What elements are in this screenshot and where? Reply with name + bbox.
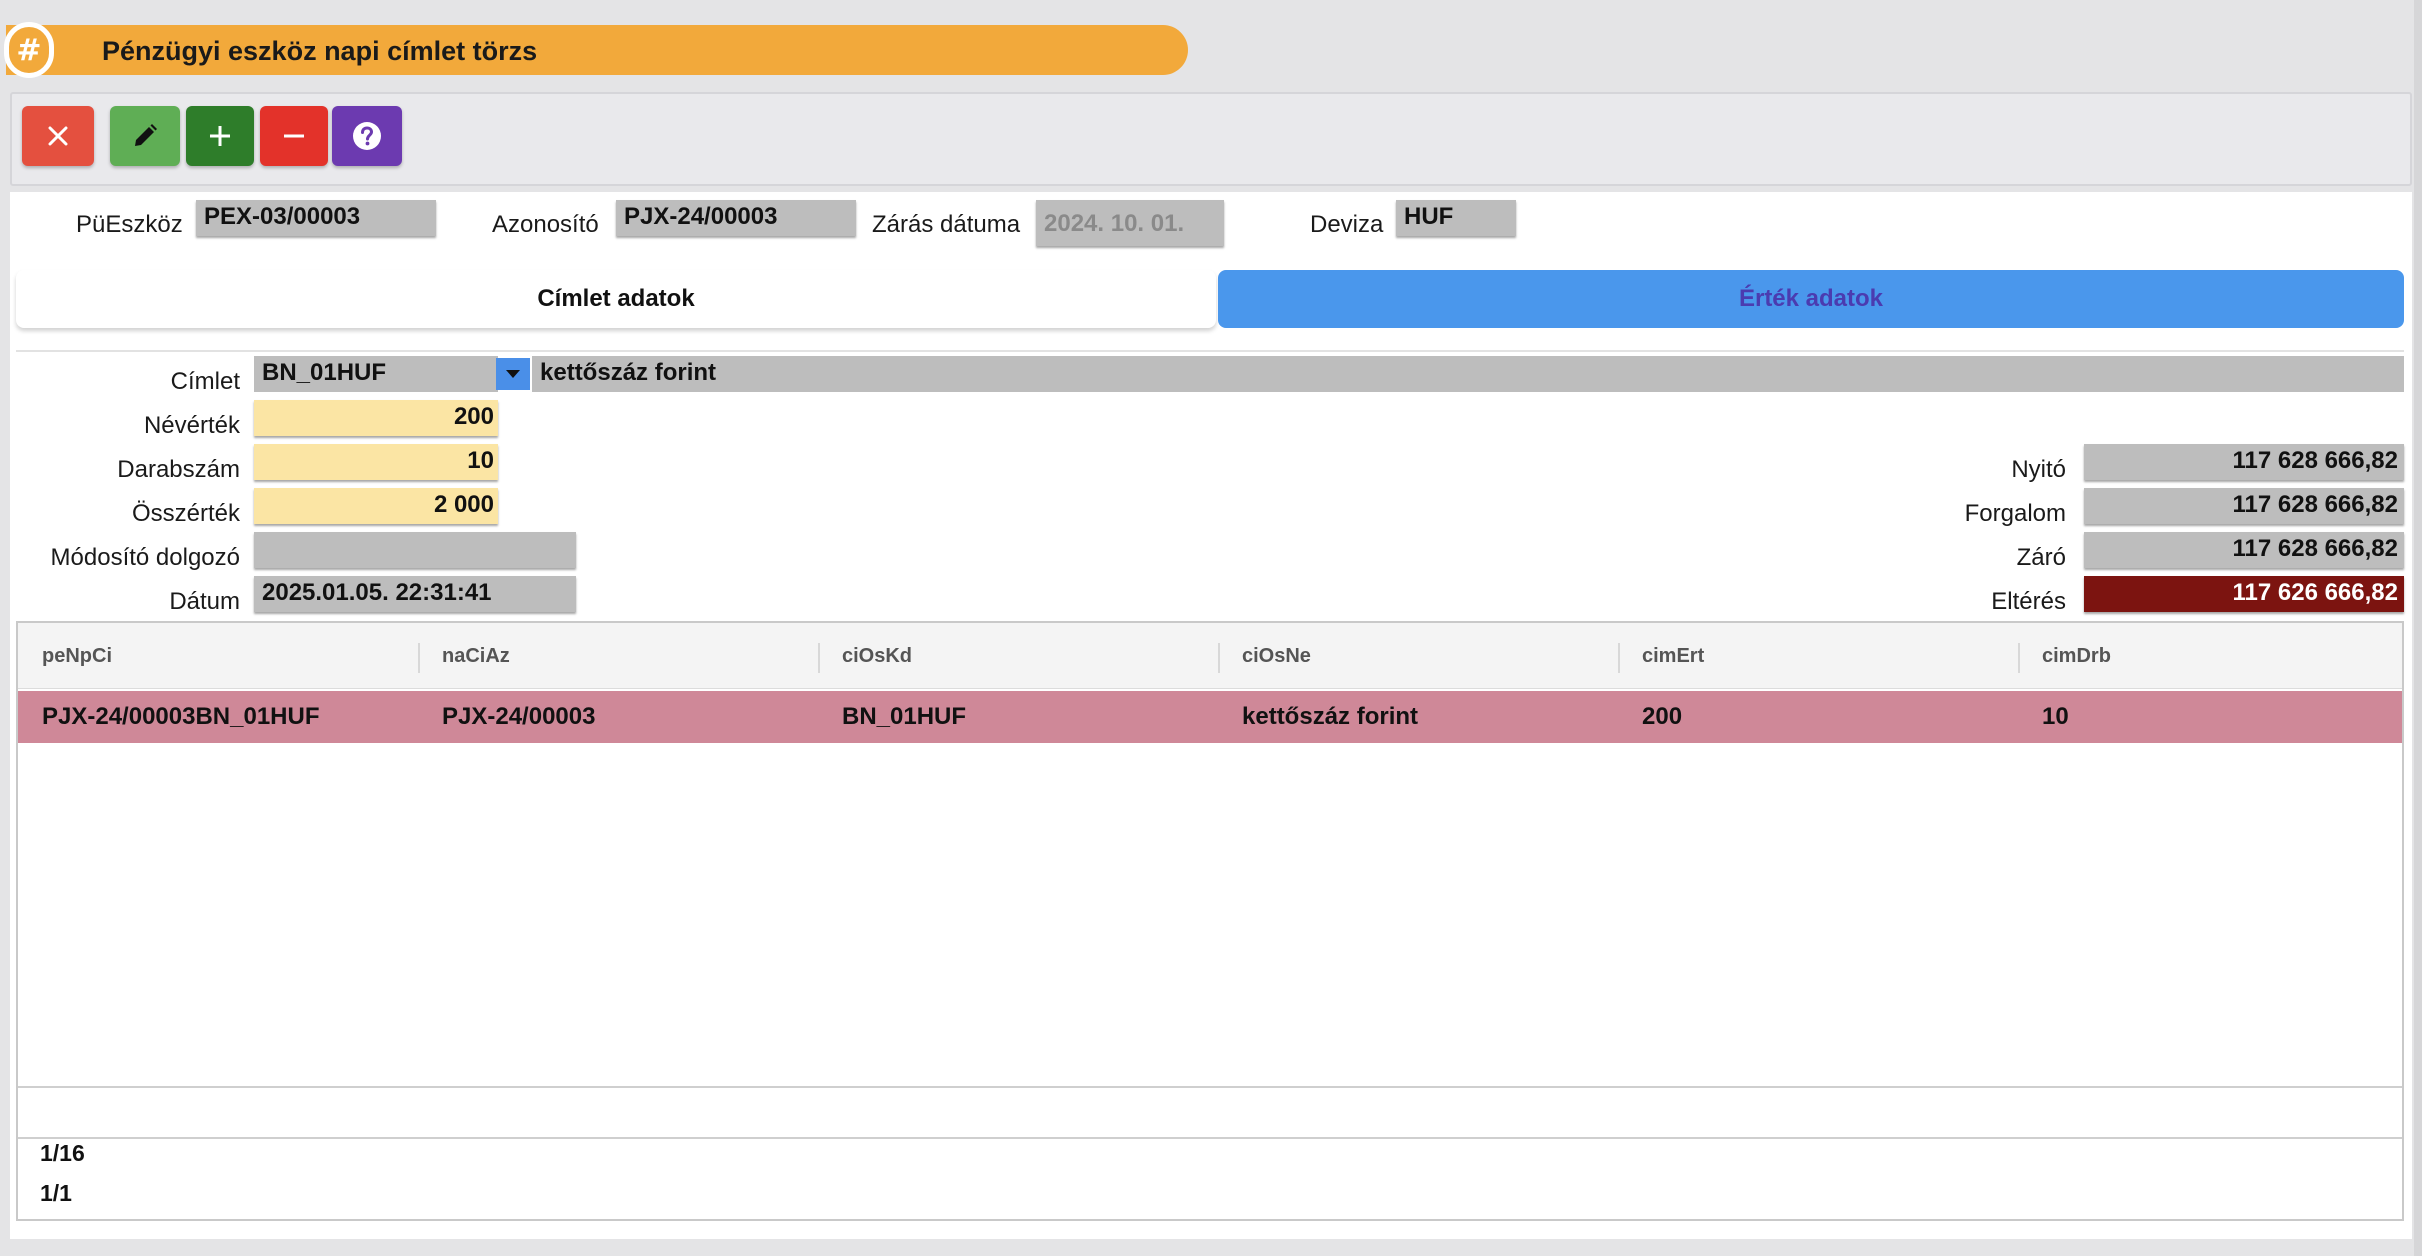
- zaras-datuma-label: Zárás dátuma: [872, 211, 1021, 238]
- hash-icon: #: [4, 22, 54, 78]
- elteres-label: Eltérés: [1991, 588, 2066, 615]
- column-divider[interactable]: [1618, 643, 1620, 673]
- add-button[interactable]: [186, 106, 254, 166]
- azonosito-field[interactable]: PJX-24/00003: [616, 200, 856, 236]
- nevertek-label: Névérték: [143, 412, 240, 439]
- column-header-cimdrb[interactable]: cimDrb: [2042, 645, 2111, 668]
- minus-icon: [284, 134, 304, 138]
- datum-field[interactable]: 2025.01.05. 22:31:41: [254, 576, 576, 612]
- modosito-dolgozo-label: Módosító dolgozó: [50, 544, 240, 571]
- edit-button[interactable]: [110, 106, 180, 166]
- cimlet-select[interactable]: BN_01HUF: [254, 356, 498, 392]
- cimlet-name-field: kettőszáz forint: [532, 356, 2404, 392]
- column-divider[interactable]: [818, 643, 820, 673]
- forgalom-field: 117 628 666,82: [2084, 488, 2404, 524]
- darabszam-field[interactable]: 10: [254, 444, 498, 480]
- column-header-cimert[interactable]: cimErt: [1642, 645, 1704, 668]
- zaro-field: 117 628 666,82: [2084, 532, 2404, 568]
- close-button[interactable]: [22, 106, 94, 166]
- page-title: Pénzügyi eszköz napi címlet törzs: [102, 36, 538, 66]
- grid-footer-divider: [18, 1137, 2402, 1139]
- tab-cimlet-adatok[interactable]: Címlet adatok: [16, 270, 1216, 328]
- cell-cimert: 200: [1642, 703, 1683, 730]
- nyito-field: 117 628 666,82: [2084, 444, 2404, 480]
- plus-icon: [210, 126, 230, 146]
- question-icon: [353, 122, 381, 150]
- nevertek-field[interactable]: 200: [254, 400, 498, 436]
- elteres-field: 117 626 666,82: [2084, 576, 2404, 612]
- cell-cioskd: BN_01HUF: [842, 703, 967, 730]
- cell-penpci: PJX-24/00003BN_01HUF: [42, 703, 320, 730]
- column-header-naciaz[interactable]: naCiAz: [442, 645, 510, 668]
- forgalom-label: Forgalom: [1964, 500, 2066, 527]
- nyito-label: Nyitó: [2011, 456, 2066, 483]
- column-divider[interactable]: [2018, 643, 2020, 673]
- column-header-ciosne[interactable]: ciOsNe: [1242, 645, 1311, 668]
- cimlet-label: Címlet: [170, 368, 240, 395]
- divider: [16, 350, 2404, 352]
- column-header-penpci[interactable]: peNpCi: [42, 645, 112, 668]
- column-divider[interactable]: [1218, 643, 1220, 673]
- deviza-field[interactable]: HUF: [1396, 200, 1516, 236]
- azonosito-label: Azonosító: [492, 211, 599, 238]
- zaro-label: Záró: [2016, 544, 2066, 571]
- grid-footer-divider: [18, 1086, 2402, 1088]
- help-button[interactable]: [332, 106, 402, 166]
- table-row[interactable]: PJX-24/00003BN_01HUF PJX-24/00003 BN_01H…: [18, 691, 2402, 743]
- modosito-dolgozo-field[interactable]: [254, 532, 576, 568]
- datum-label: Dátum: [169, 588, 240, 615]
- column-header-ciooskd[interactable]: ciOsKd: [842, 645, 912, 668]
- chevron-down-icon: [506, 370, 520, 378]
- column-divider[interactable]: [418, 643, 420, 673]
- delete-button[interactable]: [260, 106, 328, 166]
- page-total-indicator: 1/16: [40, 1140, 85, 1166]
- grid-header: peNpCi naCiAz ciOsKd ciOsNe cimErt cimDr…: [18, 623, 2402, 689]
- osszertek-label: Összérték: [131, 500, 240, 527]
- osszertek-field[interactable]: 2 000: [254, 488, 498, 524]
- close-icon: [48, 126, 68, 146]
- page-current-indicator: 1/1: [40, 1180, 72, 1206]
- pueszkoz-label: PüEszköz: [76, 211, 183, 238]
- cell-cimdrb: 10: [2042, 703, 2069, 730]
- cimlet-dropdown-button[interactable]: [496, 358, 530, 390]
- tab-ertek-adatok[interactable]: Érték adatok: [1218, 270, 2404, 328]
- darabszam-label: Darabszám: [117, 456, 240, 483]
- scrollbar[interactable]: [2414, 0, 2422, 1256]
- pencil-icon: [135, 124, 157, 146]
- data-grid: peNpCi naCiAz ciOsKd ciOsNe cimErt cimDr…: [16, 621, 2404, 1221]
- cell-naciaz: PJX-24/00003: [442, 703, 596, 730]
- deviza-label: Deviza: [1310, 211, 1384, 238]
- zaras-datuma-field[interactable]: 2024. 10. 01.: [1036, 200, 1224, 246]
- pueszkoz-field[interactable]: PEX-03/00003: [196, 200, 436, 236]
- cell-ciosne: kettőszáz forint: [1242, 703, 1419, 730]
